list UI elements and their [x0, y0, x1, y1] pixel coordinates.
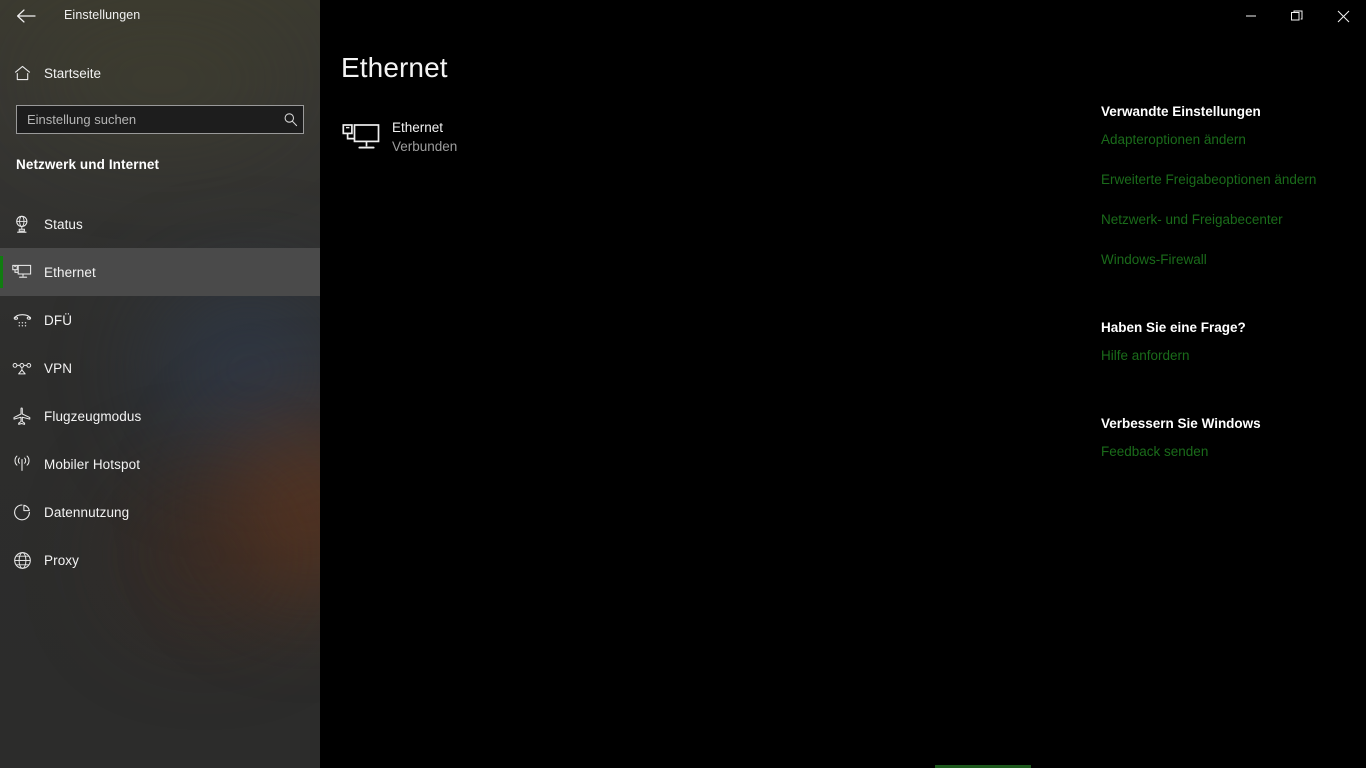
sidebar-item-ethernet[interactable]: Ethernet: [0, 248, 320, 296]
search-icon[interactable]: [277, 112, 303, 127]
ethernet-monitor-icon: [340, 123, 392, 153]
sidebar-item-home[interactable]: Startseite: [0, 58, 320, 88]
sidebar-item-data-usage[interactable]: Datennutzung: [0, 488, 320, 536]
sidebar-category-title: Netzwerk und Internet: [16, 157, 160, 172]
improve-windows-heading: Verbessern Sie Windows: [1101, 416, 1261, 431]
link-change-adapter-options[interactable]: Adapteroptionen ändern: [1101, 132, 1246, 147]
airplane-icon: [0, 407, 44, 426]
globe-icon: [0, 551, 44, 570]
sidebar-nav-list: Status Ethernet DFÜ VPN Flugzeugmodus Mo…: [0, 200, 320, 584]
sidebar-item-label: VPN: [44, 360, 73, 376]
page-title: Ethernet: [341, 52, 448, 83]
pie-chart-icon: [0, 503, 44, 522]
sidebar-home-label: Startseite: [44, 65, 102, 81]
sidebar-item-label: DFÜ: [44, 312, 73, 328]
ethernet-adapter-item[interactable]: Ethernet Verbunden: [340, 115, 670, 161]
sidebar: Startseite Netzwerk und Internet: [0, 0, 320, 768]
window-title: Einstellungen: [64, 8, 141, 22]
close-icon: [1337, 10, 1349, 22]
sidebar-item-label: Datennutzung: [44, 504, 130, 520]
sidebar-item-label: Ethernet: [44, 264, 96, 280]
close-button[interactable]: [1320, 0, 1366, 32]
sidebar-item-label: Flugzeugmodus: [44, 408, 142, 424]
vpn-key-icon: [0, 360, 44, 376]
title-bar: Einstellungen: [0, 0, 1366, 32]
home-icon: [0, 65, 44, 81]
adapter-status: Verbunden: [392, 139, 458, 154]
sidebar-item-vpn[interactable]: VPN: [0, 344, 320, 392]
sidebar-item-airplane-mode[interactable]: Flugzeugmodus: [0, 392, 320, 440]
selection-accent-bar: [0, 256, 3, 288]
link-network-and-sharing-center[interactable]: Netzwerk- und Freigabecenter: [1101, 212, 1283, 227]
restore-button[interactable]: [1274, 0, 1320, 32]
hotspot-icon: [0, 455, 44, 473]
link-windows-firewall[interactable]: Windows-Firewall: [1101, 252, 1207, 267]
minimize-button[interactable]: [1228, 0, 1274, 32]
related-settings-heading: Verwandte Einstellungen: [1101, 104, 1261, 119]
search-box[interactable]: [16, 105, 304, 134]
adapter-text-group: Ethernet Verbunden: [392, 119, 457, 157]
link-change-advanced-sharing-options[interactable]: Erweiterte Freigabeoptionen ändern: [1101, 172, 1316, 187]
sidebar-item-label: Mobiler Hotspot: [44, 456, 141, 472]
sidebar-item-dialup[interactable]: DFÜ: [0, 296, 320, 344]
ethernet-icon: [0, 264, 44, 281]
sidebar-item-label: Status: [44, 216, 83, 232]
sidebar-item-label: Proxy: [44, 552, 80, 568]
search-input[interactable]: [17, 106, 277, 133]
link-get-help[interactable]: Hilfe anfordern: [1101, 348, 1190, 363]
related-settings-panel: Verwandte Einstellungen Adapteroptionen …: [1101, 0, 1366, 768]
back-button[interactable]: [12, 4, 40, 28]
sidebar-item-mobile-hotspot[interactable]: Mobiler Hotspot: [0, 440, 320, 488]
sidebar-item-proxy[interactable]: Proxy: [0, 536, 320, 584]
sidebar-item-status[interactable]: Status: [0, 200, 320, 248]
minimize-icon: [1246, 15, 1256, 17]
dialup-phone-icon: [0, 311, 44, 329]
restore-icon: [1291, 10, 1303, 21]
adapter-name: Ethernet: [392, 120, 444, 135]
question-heading: Haben Sie eine Frage?: [1101, 320, 1246, 335]
network-status-icon: [0, 215, 44, 234]
settings-window: Einstellungen Startseite Einstellung suc…: [0, 0, 1366, 768]
back-arrow-icon: [17, 9, 36, 23]
link-send-feedback[interactable]: Feedback senden: [1101, 444, 1208, 459]
